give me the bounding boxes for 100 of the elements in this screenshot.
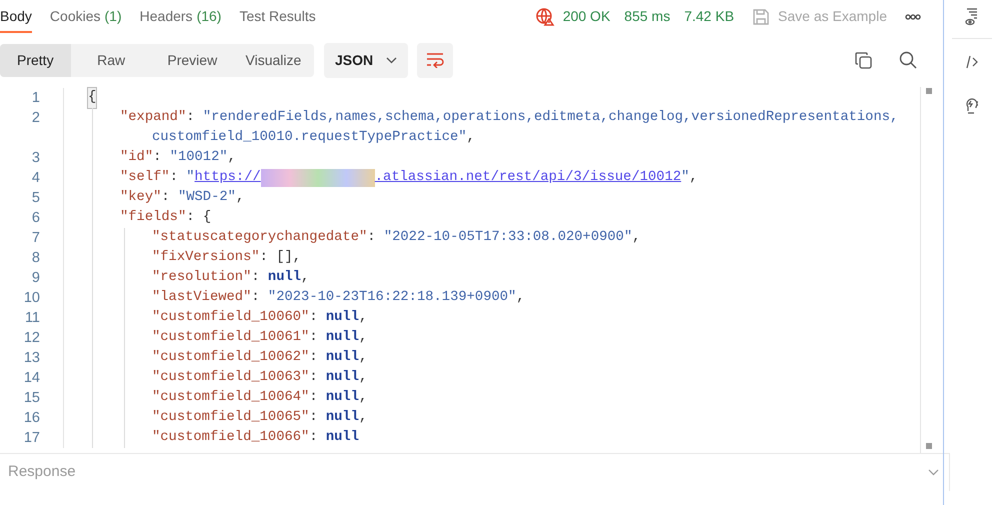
json-brace: { <box>88 88 96 108</box>
json-punctuation: , <box>359 389 368 407</box>
json-punctuation: : <box>309 429 319 447</box>
line-number: 5 <box>32 190 40 206</box>
json-key: "expand" <box>120 108 186 128</box>
json-null: null <box>326 309 359 327</box>
response-tab[interactable]: Body <box>0 0 32 33</box>
status-code[interactable]: 200 OK <box>562 6 610 27</box>
json-punctuation: : <box>309 409 319 427</box>
line-number: 15 <box>24 390 40 406</box>
response-tab[interactable]: Test Results <box>239 0 316 33</box>
json-key: "customfield_10061" <box>152 328 310 348</box>
line-number: 8 <box>32 250 40 266</box>
json-string: "2022-10-05T17:33:08.020+0900" <box>384 229 632 247</box>
scroll-up-marker[interactable] <box>926 88 932 94</box>
json-key: "fixVersions" <box>152 248 260 268</box>
json-brace: { <box>202 209 212 227</box>
json-null: null <box>326 409 359 427</box>
json-punctuation: , <box>292 249 302 267</box>
format-dropdown[interactable]: JSON <box>324 42 408 78</box>
json-string: " <box>681 169 690 187</box>
json-null: null <box>326 329 359 347</box>
caret-icon <box>386 56 397 64</box>
json-null: null <box>326 389 359 407</box>
json-punctuation: , <box>236 189 244 207</box>
more-icon[interactable] <box>905 14 921 20</box>
json-key: "customfield_10064" <box>152 388 310 408</box>
json-key: "fields" <box>120 208 186 228</box>
response-label: Response <box>8 462 76 482</box>
json-key: "customfield_10066" <box>152 428 310 448</box>
line-number: 1 <box>32 90 40 106</box>
json-key: "customfield_10063" <box>152 368 310 388</box>
line-number: 11 <box>24 310 40 326</box>
chevron-down-icon[interactable] <box>928 469 939 476</box>
json-punctuation: , <box>516 289 525 307</box>
url-link[interactable]: .atlassian.net/rest/api/3/issue/10012 <box>374 168 682 188</box>
wrap-lines-button[interactable] <box>417 42 453 78</box>
json-string: "2023-10-23T16:22:18.139+0900" <box>268 289 516 307</box>
json-punctuation: , <box>228 149 236 167</box>
json-punctuation: : [] <box>260 249 293 267</box>
scroll-down-marker[interactable] <box>926 443 932 449</box>
documentation-icon[interactable] <box>965 8 979 26</box>
json-punctuation: , <box>301 269 310 287</box>
url-link[interactable]: https:// <box>194 168 261 188</box>
response-size[interactable]: 7.42 KB <box>684 6 734 27</box>
json-punctuation: : <box>186 109 196 127</box>
globe-warning-icon[interactable] <box>534 6 555 26</box>
response-tab[interactable]: Headers (16) <box>140 0 222 33</box>
json-punctuation: , <box>359 349 368 367</box>
json-punctuation: : <box>161 189 171 207</box>
view-mode-tab[interactable]: Visualize <box>232 44 314 76</box>
json-punctuation: , <box>359 369 368 387</box>
view-mode-tab[interactable]: Pretty <box>0 44 71 76</box>
json-punctuation: : <box>153 149 162 167</box>
json-punctuation: , <box>632 229 641 247</box>
code-icon[interactable] <box>966 55 978 69</box>
copy-icon[interactable] <box>855 52 872 68</box>
line-number: 9 <box>32 270 40 286</box>
json-key: "customfield_10065" <box>152 408 310 428</box>
json-punctuation: : <box>309 389 319 407</box>
json-key: "id" <box>120 148 154 168</box>
response-time[interactable]: 855 ms <box>624 6 670 27</box>
line-number: 7 <box>32 230 40 246</box>
json-punctuation: : <box>186 209 196 227</box>
response-tab[interactable]: Cookies (1) <box>50 0 122 33</box>
json-null: null <box>326 429 359 447</box>
json-punctuation: , <box>359 409 368 427</box>
json-punctuation: : <box>251 269 261 287</box>
json-null: null <box>326 369 359 387</box>
line-number: 17 <box>24 430 40 446</box>
line-number: 12 <box>24 330 40 346</box>
json-punctuation: , <box>466 129 475 147</box>
json-punctuation: : <box>170 169 179 187</box>
json-punctuation: : <box>309 329 319 347</box>
lightbulb-icon[interactable] <box>965 96 979 114</box>
line-number: 16 <box>24 410 40 426</box>
view-mode-tab[interactable]: Preview <box>152 44 233 76</box>
line-number: 6 <box>32 210 40 226</box>
json-punctuation: : <box>309 349 319 367</box>
json-null: null <box>268 269 302 287</box>
line-number: 10 <box>24 290 40 306</box>
line-number: 4 <box>32 170 40 186</box>
json-punctuation: , <box>359 309 368 327</box>
json-key: "statuscategorychangedate" <box>152 228 368 248</box>
line-number: 13 <box>24 350 40 366</box>
json-string: "renderedFields,names,schema,operations,editmeta,changelog,versionedRepresentations, <box>202 109 898 127</box>
json-null: null <box>326 349 359 367</box>
line-number: 2 <box>32 110 40 126</box>
json-key: "customfield_10060" <box>152 308 310 328</box>
json-key: "self" <box>120 168 170 188</box>
json-key: "key" <box>120 188 162 208</box>
search-icon[interactable] <box>899 51 917 69</box>
json-string: " <box>186 169 195 187</box>
line-number: 14 <box>24 370 40 386</box>
json-punctuation: , <box>359 329 368 347</box>
json-punctuation: : <box>309 309 319 327</box>
wrap-lines-icon <box>426 52 444 68</box>
json-string: "10012" <box>170 149 228 167</box>
json-punctuation: , <box>689 169 698 187</box>
view-mode-tab[interactable]: Raw <box>70 44 152 76</box>
